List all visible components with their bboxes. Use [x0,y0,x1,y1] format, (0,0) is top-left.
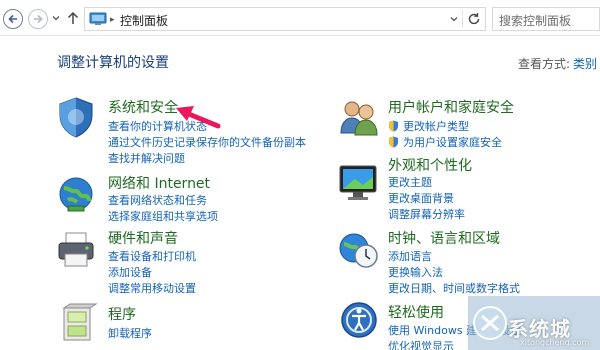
back-arrow-icon [8,14,17,24]
breadcrumb-separator[interactable]: ▸ [110,15,115,25]
up-arrow-icon[interactable] [66,10,80,26]
shield-icon [389,120,398,132]
address-dropdown-icon[interactable] [448,14,460,24]
category-title-ease-of-access[interactable]: 轻松使用 [388,302,444,322]
category-title-system-security[interactable]: 系统和安全 [108,97,178,117]
category-title-clock-language[interactable]: 时钟、语言和区域 [388,228,500,248]
link-view-computer-status[interactable]: 查看你的计算机状态 [108,118,207,134]
link-devices-printers[interactable]: 查看设备和打印机 [108,248,196,264]
link-family-safety[interactable]: 为用户设置家庭安全 [388,134,502,150]
clock-globe-icon[interactable] [337,228,381,272]
recent-locations-icon[interactable] [51,13,61,23]
users-icon[interactable] [337,95,381,139]
link-uninstall-program[interactable]: 卸载程序 [108,325,152,341]
link-add-language[interactable]: 添加语言 [388,248,432,264]
watermark-url: xitongcheng.com [520,338,590,347]
back-button[interactable] [3,9,23,29]
link-file-history-backup[interactable]: 通过文件历史记录保存你的文件备份副本 [108,134,306,150]
link-network-status[interactable]: 查看网络状态和任务 [108,192,207,208]
address-bar[interactable]: ▸ 控制面板 [84,7,486,31]
shield-icon [389,136,398,148]
link-homegroup-sharing[interactable]: 选择家庭组和共享选项 [108,208,218,224]
category-title-network[interactable]: 网络和 Internet [108,173,210,193]
address-divider [462,10,463,28]
link-date-time-format[interactable]: 更改日期、时间或数字格式 [388,280,520,296]
link-change-theme[interactable]: 更改主题 [388,174,432,190]
view-by-dropdown[interactable]: 类别 [573,55,597,72]
link-troubleshoot[interactable]: 查找并解决问题 [108,150,185,166]
monitor-icon[interactable] [337,160,381,204]
link-add-device[interactable]: 添加设备 [108,264,152,280]
link-mobility-settings[interactable]: 调整常用移动设置 [108,280,196,296]
search-box[interactable]: 搜索控制面板 [492,7,600,31]
category-title-programs[interactable]: 程序 [108,304,136,324]
link-change-account-type[interactable]: 更改帐户类型 [388,118,469,134]
link-change-input-method[interactable]: 更换输入法 [388,264,443,280]
link-change-account-type-label[interactable]: 更改帐户类型 [403,120,469,133]
page-title: 调整计算机的设置 [57,55,169,71]
breadcrumb-control-panel[interactable]: 控制面板 [120,12,168,29]
link-screen-resolution[interactable]: 调整屏幕分辨率 [388,206,465,222]
category-title-user-accounts[interactable]: 用户帐户和家庭安全 [388,97,514,117]
control-panel-icon [89,12,107,25]
link-family-safety-label[interactable]: 为用户设置家庭安全 [403,136,502,149]
forward-button[interactable] [28,9,48,29]
link-optimize-visual-display[interactable]: 优化视觉显示 [388,338,454,350]
refresh-icon[interactable] [466,11,482,27]
system-security-icon[interactable] [54,95,98,139]
navigation-bar: ▸ 控制面板 搜索控制面板 [0,0,600,36]
forward-arrow-icon [34,14,43,24]
accessibility-icon[interactable] [337,298,381,342]
search-input[interactable]: 搜索控制面板 [499,12,571,29]
category-title-appearance[interactable]: 外观和个性化 [388,155,472,175]
printer-icon[interactable] [54,228,98,272]
category-title-hardware-sound[interactable]: 硬件和声音 [108,228,178,248]
link-desktop-background[interactable]: 更改桌面背景 [388,190,454,206]
view-by-label: 查看方式: [518,57,571,71]
network-globe-icon[interactable] [54,172,98,216]
programs-box-icon[interactable] [54,300,98,344]
